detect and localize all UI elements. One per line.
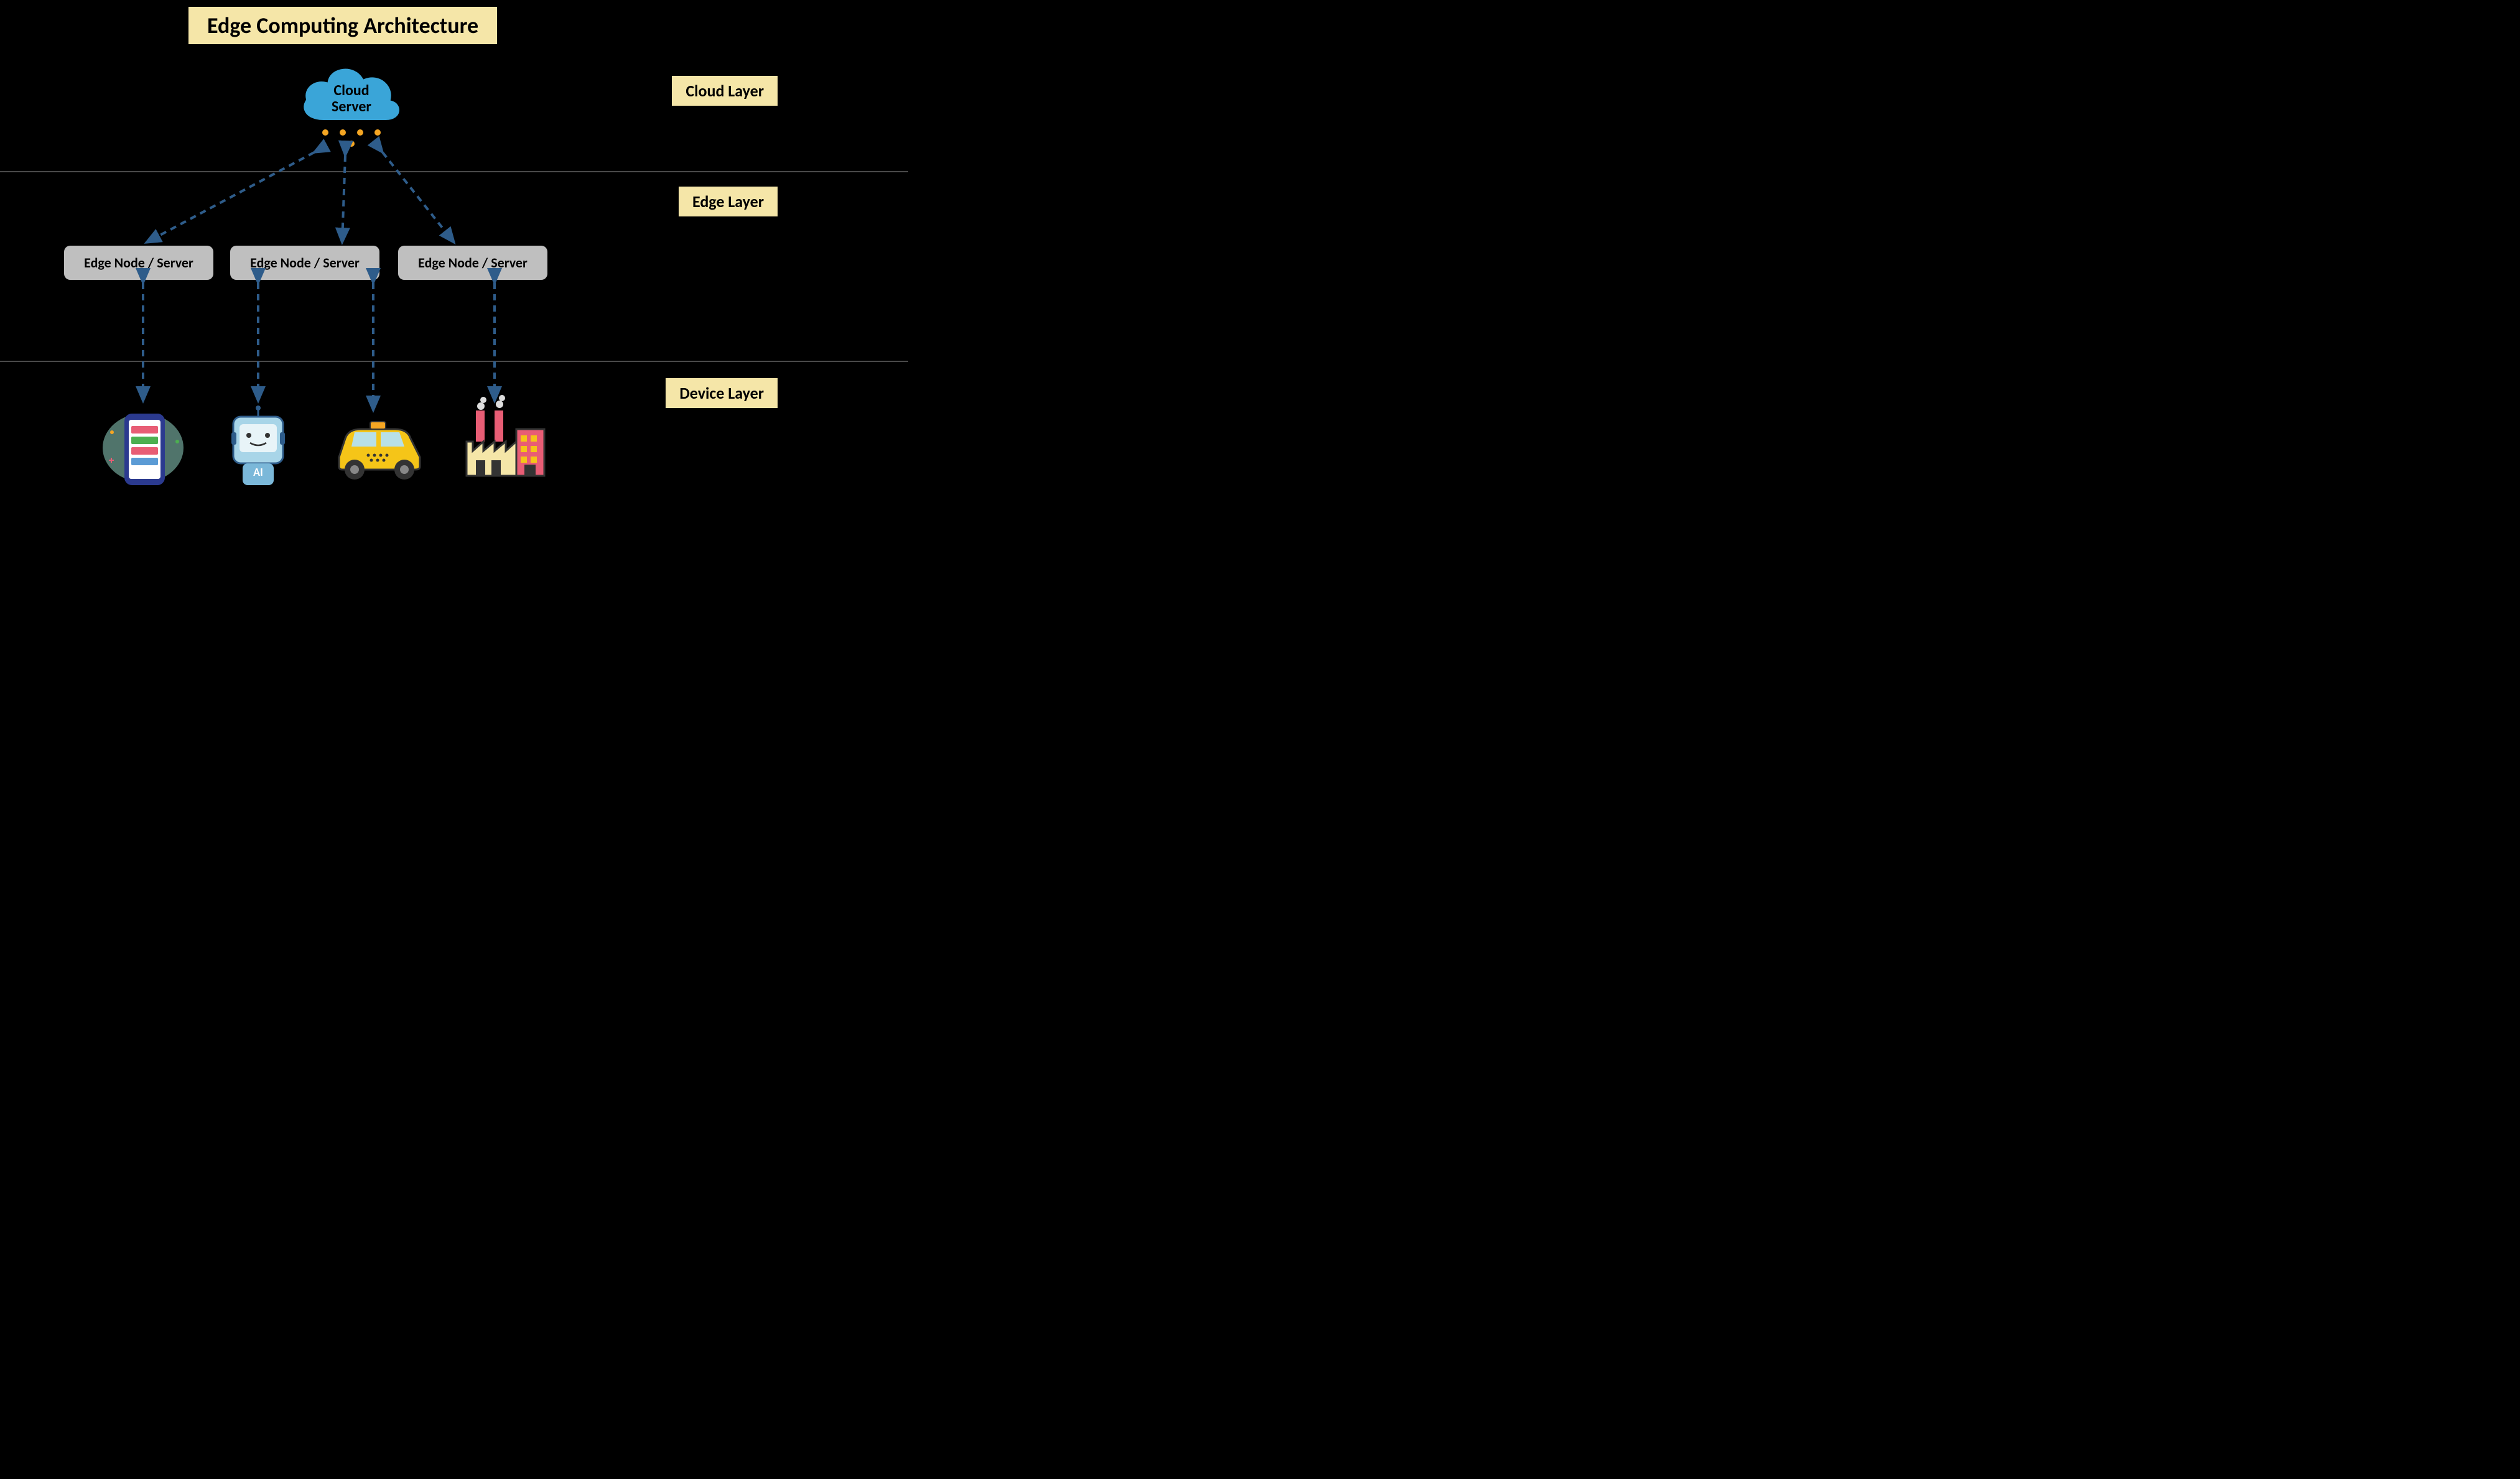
cloud-data-dots (314, 129, 389, 147)
factory-icon (457, 395, 551, 482)
car-icon (323, 410, 435, 498)
layer-label-device: Device Layer (666, 378, 778, 408)
cloud-label-2: Server (332, 98, 371, 116)
cloud-server: Cloud Server (286, 59, 417, 140)
diagram-title: Edge Computing Architecture (187, 5, 499, 46)
divider-edge-device (0, 361, 908, 362)
divider-cloud-edge (0, 171, 908, 172)
edge-node-3: Edge Node / Server (398, 246, 547, 280)
layer-label-edge: Edge Layer (679, 187, 778, 216)
svg-text:AI: AI (253, 465, 263, 479)
cloud-label-1: Cloud (333, 81, 369, 100)
layer-label-cloud: Cloud Layer (672, 76, 778, 106)
smartphone-icon (96, 404, 190, 491)
edge-node-1: Edge Node / Server (64, 246, 213, 280)
edge-node-2: Edge Node / Server (230, 246, 379, 280)
cloud-icon: Cloud Server (292, 59, 411, 140)
ai-robot-icon: AI (212, 404, 305, 491)
